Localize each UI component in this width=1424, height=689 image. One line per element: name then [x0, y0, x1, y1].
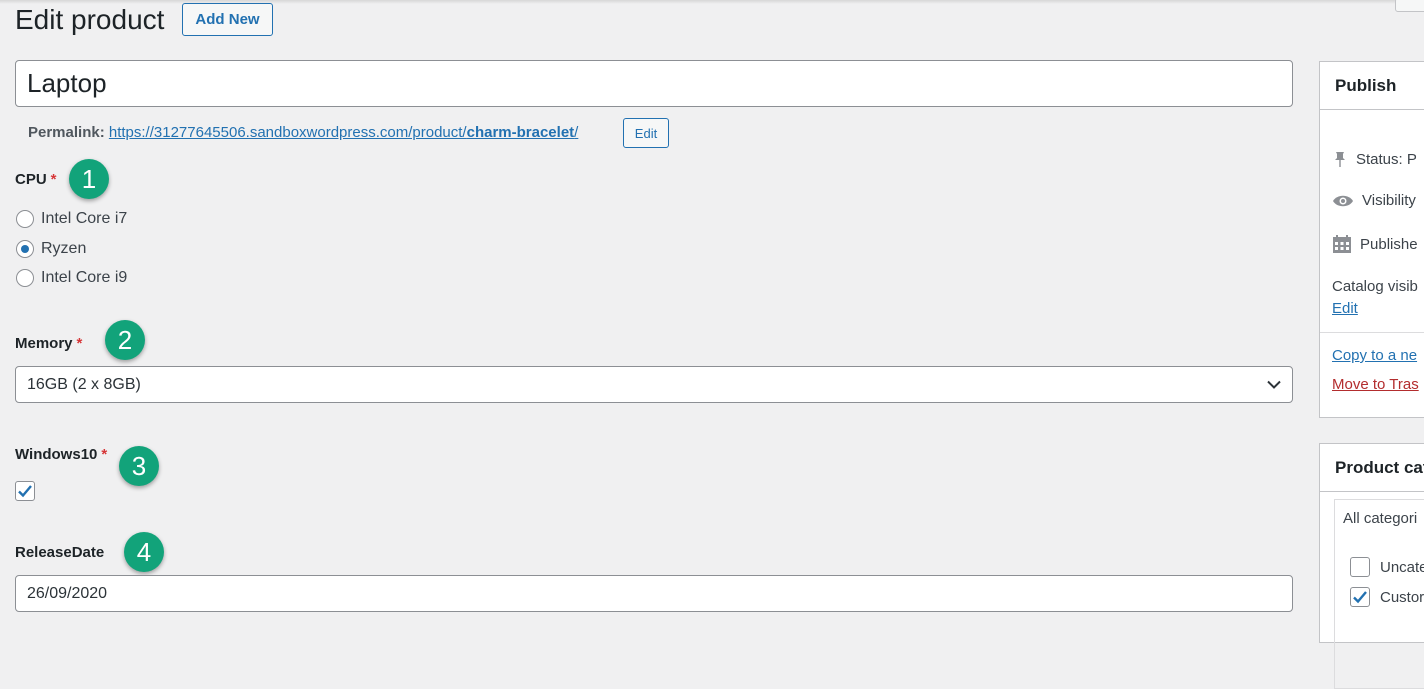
- publish-panel-title: Publish: [1320, 62, 1424, 110]
- page-title: Edit product: [15, 4, 165, 35]
- release-date-label: ReleaseDate: [15, 544, 105, 561]
- category-checkbox-checked[interactable]: [1350, 587, 1370, 607]
- permalink: Permalink: https://31277645506.sandboxwo…: [28, 124, 578, 141]
- cpu-option-label: Intel Core i9: [41, 269, 128, 286]
- status-row: Status: P: [1332, 150, 1417, 168]
- cpu-option-label: Ryzen: [41, 240, 87, 257]
- permalink-slug: charm-bracelet: [466, 124, 575, 141]
- product-categories-title: Product cat: [1320, 444, 1424, 492]
- permalink-label: Permalink:: [28, 124, 105, 141]
- move-to-trash-link[interactable]: Move to Tras: [1332, 376, 1419, 393]
- memory-select[interactable]: 16GB (2 x 8GB): [15, 366, 1293, 403]
- radio-button[interactable]: [16, 210, 34, 228]
- publish-panel: Publish Status: P Visibility Publishe Ca…: [1319, 61, 1424, 418]
- checkmark-icon: [18, 485, 32, 498]
- memory-label: Memory *: [15, 335, 83, 352]
- cpu-option-ryzen[interactable]: Ryzen: [16, 240, 86, 258]
- checkmark-icon: [1353, 591, 1367, 604]
- cpu-label: CPU *: [15, 171, 57, 188]
- required-mark: *: [50, 171, 57, 188]
- permalink-base: https://31277645506.sandboxwordpress.com…: [108, 124, 467, 141]
- published-row: Publishe: [1332, 234, 1418, 254]
- radio-button-selected[interactable]: [16, 240, 34, 258]
- calendar-icon: [1333, 235, 1351, 253]
- cpu-option-label: Intel Core i7: [41, 210, 128, 227]
- release-date-input[interactable]: 26/09/2020: [15, 575, 1293, 612]
- copy-to-draft-link[interactable]: Copy to a ne: [1332, 347, 1417, 364]
- cpu-option-intel-i9[interactable]: Intel Core i9: [16, 269, 127, 287]
- permalink-edit-button[interactable]: Edit: [623, 118, 669, 148]
- step-badge-3: 3: [119, 446, 159, 486]
- tab-all-categories[interactable]: All categori: [1343, 510, 1417, 527]
- category-checkbox[interactable]: [1350, 557, 1370, 577]
- required-mark: *: [76, 335, 83, 352]
- visibility-row: Visibility: [1332, 192, 1416, 209]
- cpu-option-intel-i7[interactable]: Intel Core i7: [16, 210, 127, 228]
- memory-selected-value: 16GB (2 x 8GB): [27, 375, 141, 393]
- windows10-checkbox[interactable]: [15, 481, 35, 501]
- chevron-down-icon: [1267, 380, 1281, 389]
- catalog-visibility-label: Catalog visib: [1332, 278, 1418, 295]
- step-badge-4: 4: [124, 532, 164, 572]
- screen-options-button[interactable]: [1395, 0, 1424, 12]
- product-title-input[interactable]: Laptop: [15, 60, 1293, 107]
- radio-button[interactable]: [16, 269, 34, 287]
- pin-icon: [1335, 152, 1345, 167]
- step-badge-2: 2: [105, 320, 145, 360]
- product-categories-panel: Product cat All categori Uncate Custor: [1319, 443, 1424, 689]
- divider: [1320, 332, 1424, 333]
- add-new-button[interactable]: Add New: [182, 3, 273, 36]
- permalink-trailing: /: [574, 124, 579, 141]
- catalog-edit-link[interactable]: Edit: [1332, 300, 1358, 317]
- permalink-link[interactable]: https://31277645506.sandboxwordpress.com…: [109, 124, 578, 141]
- eye-icon: [1333, 195, 1353, 206]
- category-item[interactable]: Uncate: [1350, 557, 1424, 577]
- required-mark: *: [101, 446, 108, 463]
- step-badge-1: 1: [69, 159, 109, 199]
- category-item[interactable]: Custor: [1350, 587, 1424, 607]
- windows10-label: Windows10 *: [15, 446, 108, 463]
